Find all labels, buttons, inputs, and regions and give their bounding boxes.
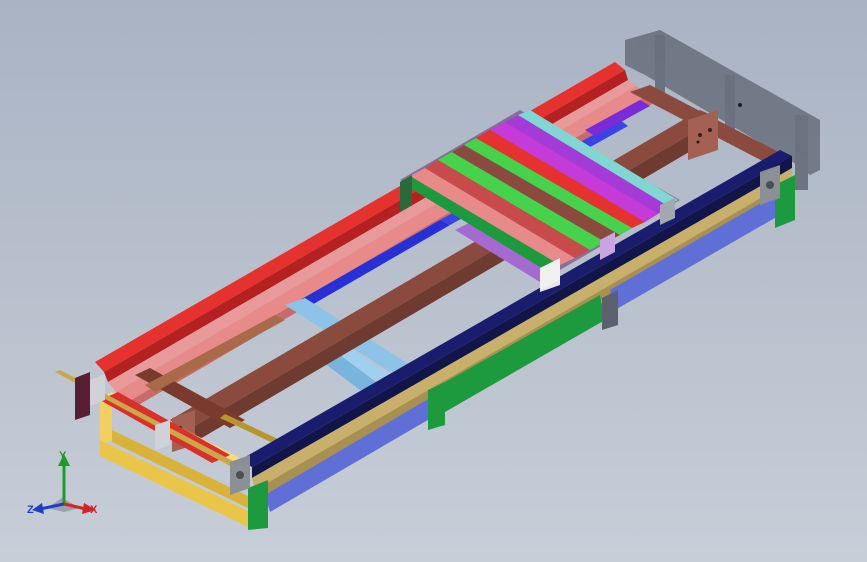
triad-axes-icon <box>32 454 96 514</box>
conveyor-frame-model[interactable] <box>0 0 867 562</box>
right-bearing[interactable] <box>760 165 780 205</box>
graphics-viewport[interactable]: Y Z X <box>0 0 867 562</box>
triad-x-label: X <box>90 504 98 516</box>
triad-z-label: Z <box>27 504 34 516</box>
front-middle-leg-1[interactable] <box>428 382 445 430</box>
front-bearing[interactable] <box>230 455 250 495</box>
view-triad[interactable]: Y Z X <box>22 446 112 526</box>
front-left-leg[interactable] <box>248 480 268 530</box>
triad-y-label: Y <box>59 450 67 462</box>
